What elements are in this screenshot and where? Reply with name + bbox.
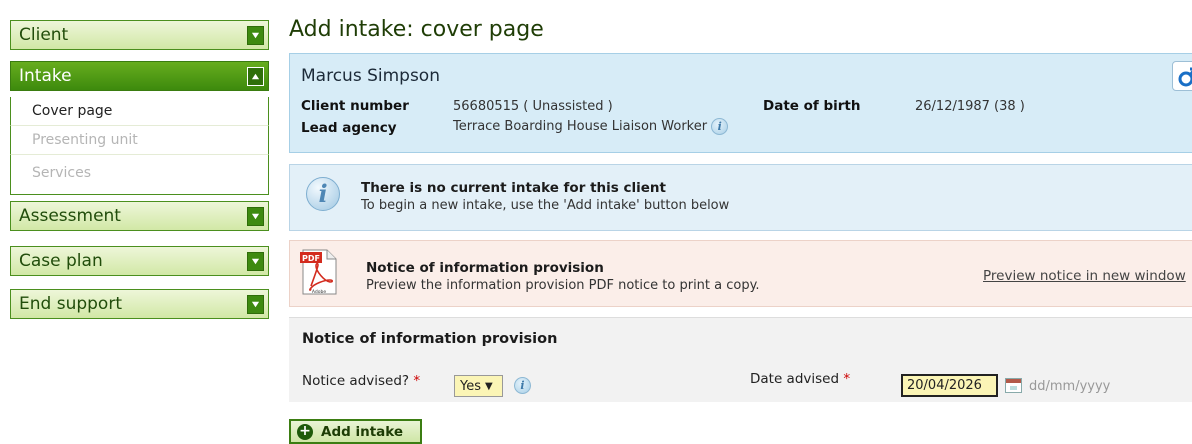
client-number-value: 56680515 ( Unassisted ) (453, 99, 613, 114)
required-marker: * (843, 371, 851, 387)
dob-label: Date of birth (763, 98, 861, 114)
notice-advised-label: Notice advised? * (302, 373, 420, 389)
client-name: Marcus Simpson (301, 66, 440, 86)
chevron-down-icon[interactable] (247, 252, 264, 271)
sidebar-item-services[interactable]: Services (10, 155, 269, 195)
date-advised-text: Date advised (750, 371, 840, 387)
notice-panel: PDF Adobe Notice of information provisio… (289, 240, 1192, 307)
info-icon[interactable]: i (711, 118, 729, 135)
nav-end-support[interactable]: End support (10, 289, 269, 319)
nav-assessment[interactable]: Assessment (10, 201, 269, 231)
adobe-label: Adobe (312, 289, 326, 295)
date-advised-label: Date advised * (750, 371, 850, 387)
message-title: There is no current intake for this clie… (361, 180, 666, 196)
notice-text: Preview the information provision PDF no… (366, 278, 760, 293)
nav-case-plan-label: Case plan (19, 251, 103, 271)
info-icon[interactable]: i (514, 377, 531, 394)
client-summary-panel: Marcus Simpson Client number 56680515 ( … (289, 53, 1192, 153)
nav-case-plan[interactable]: Case plan (10, 246, 269, 276)
preview-notice-link[interactable]: Preview notice in new window (983, 268, 1186, 284)
dob-value: 26/12/1987 (38 ) (915, 99, 1025, 114)
pdf-icon: PDF Adobe (300, 249, 337, 295)
nav-client-label: Client (19, 25, 69, 45)
lead-agency-value: Terrace Boarding House Liaison Worker (453, 119, 708, 134)
sidebar-item-presenting-unit[interactable]: Presenting unit (10, 126, 269, 155)
message-text: To begin a new intake, use the 'Add inta… (361, 198, 730, 213)
sidebar-item-cover-page[interactable]: Cover page (10, 97, 269, 126)
nav-intake[interactable]: Intake (10, 61, 269, 91)
lead-agency-row: Terrace Boarding House Liaison Worker i (453, 118, 729, 135)
notice-form: Notice of information provision Notice a… (289, 317, 1192, 402)
required-marker: * (413, 373, 421, 389)
date-advised-input[interactable]: 20/04/2026 (901, 374, 998, 397)
chevron-down-icon[interactable] (247, 207, 264, 226)
chevron-down-icon[interactable] (247, 295, 264, 314)
chevron-down-icon: ▼ (485, 380, 493, 392)
nav-client[interactable]: Client (10, 20, 269, 50)
form-title: Notice of information provision (302, 331, 558, 347)
male-icon[interactable] (1172, 61, 1192, 91)
add-intake-label: Add intake (321, 423, 404, 440)
nav-end-support-label: End support (19, 294, 122, 314)
notice-advised-value: Yes (460, 378, 481, 394)
info-icon: i (306, 177, 340, 211)
notice-advised-select[interactable]: Yes ▼ (454, 375, 503, 397)
calendar-icon[interactable] (1005, 378, 1022, 393)
date-format-hint: dd/mm/yyyy (1029, 379, 1111, 394)
no-intake-message: i There is no current intake for this cl… (289, 164, 1192, 231)
notice-title: Notice of information provision (366, 260, 604, 276)
plus-icon: + (297, 423, 313, 440)
pdf-label: PDF (302, 254, 320, 263)
chevron-down-icon[interactable] (247, 26, 264, 45)
notice-advised-text: Notice advised? (302, 373, 410, 389)
chevron-up-icon[interactable] (247, 67, 264, 86)
nav-intake-label: Intake (19, 66, 72, 86)
page-title: Add intake: cover page (289, 17, 544, 42)
lead-agency-label: Lead agency (301, 120, 397, 136)
client-number-label: Client number (301, 98, 409, 114)
add-intake-button[interactable]: + Add intake (289, 419, 422, 444)
nav-assessment-label: Assessment (19, 206, 121, 226)
